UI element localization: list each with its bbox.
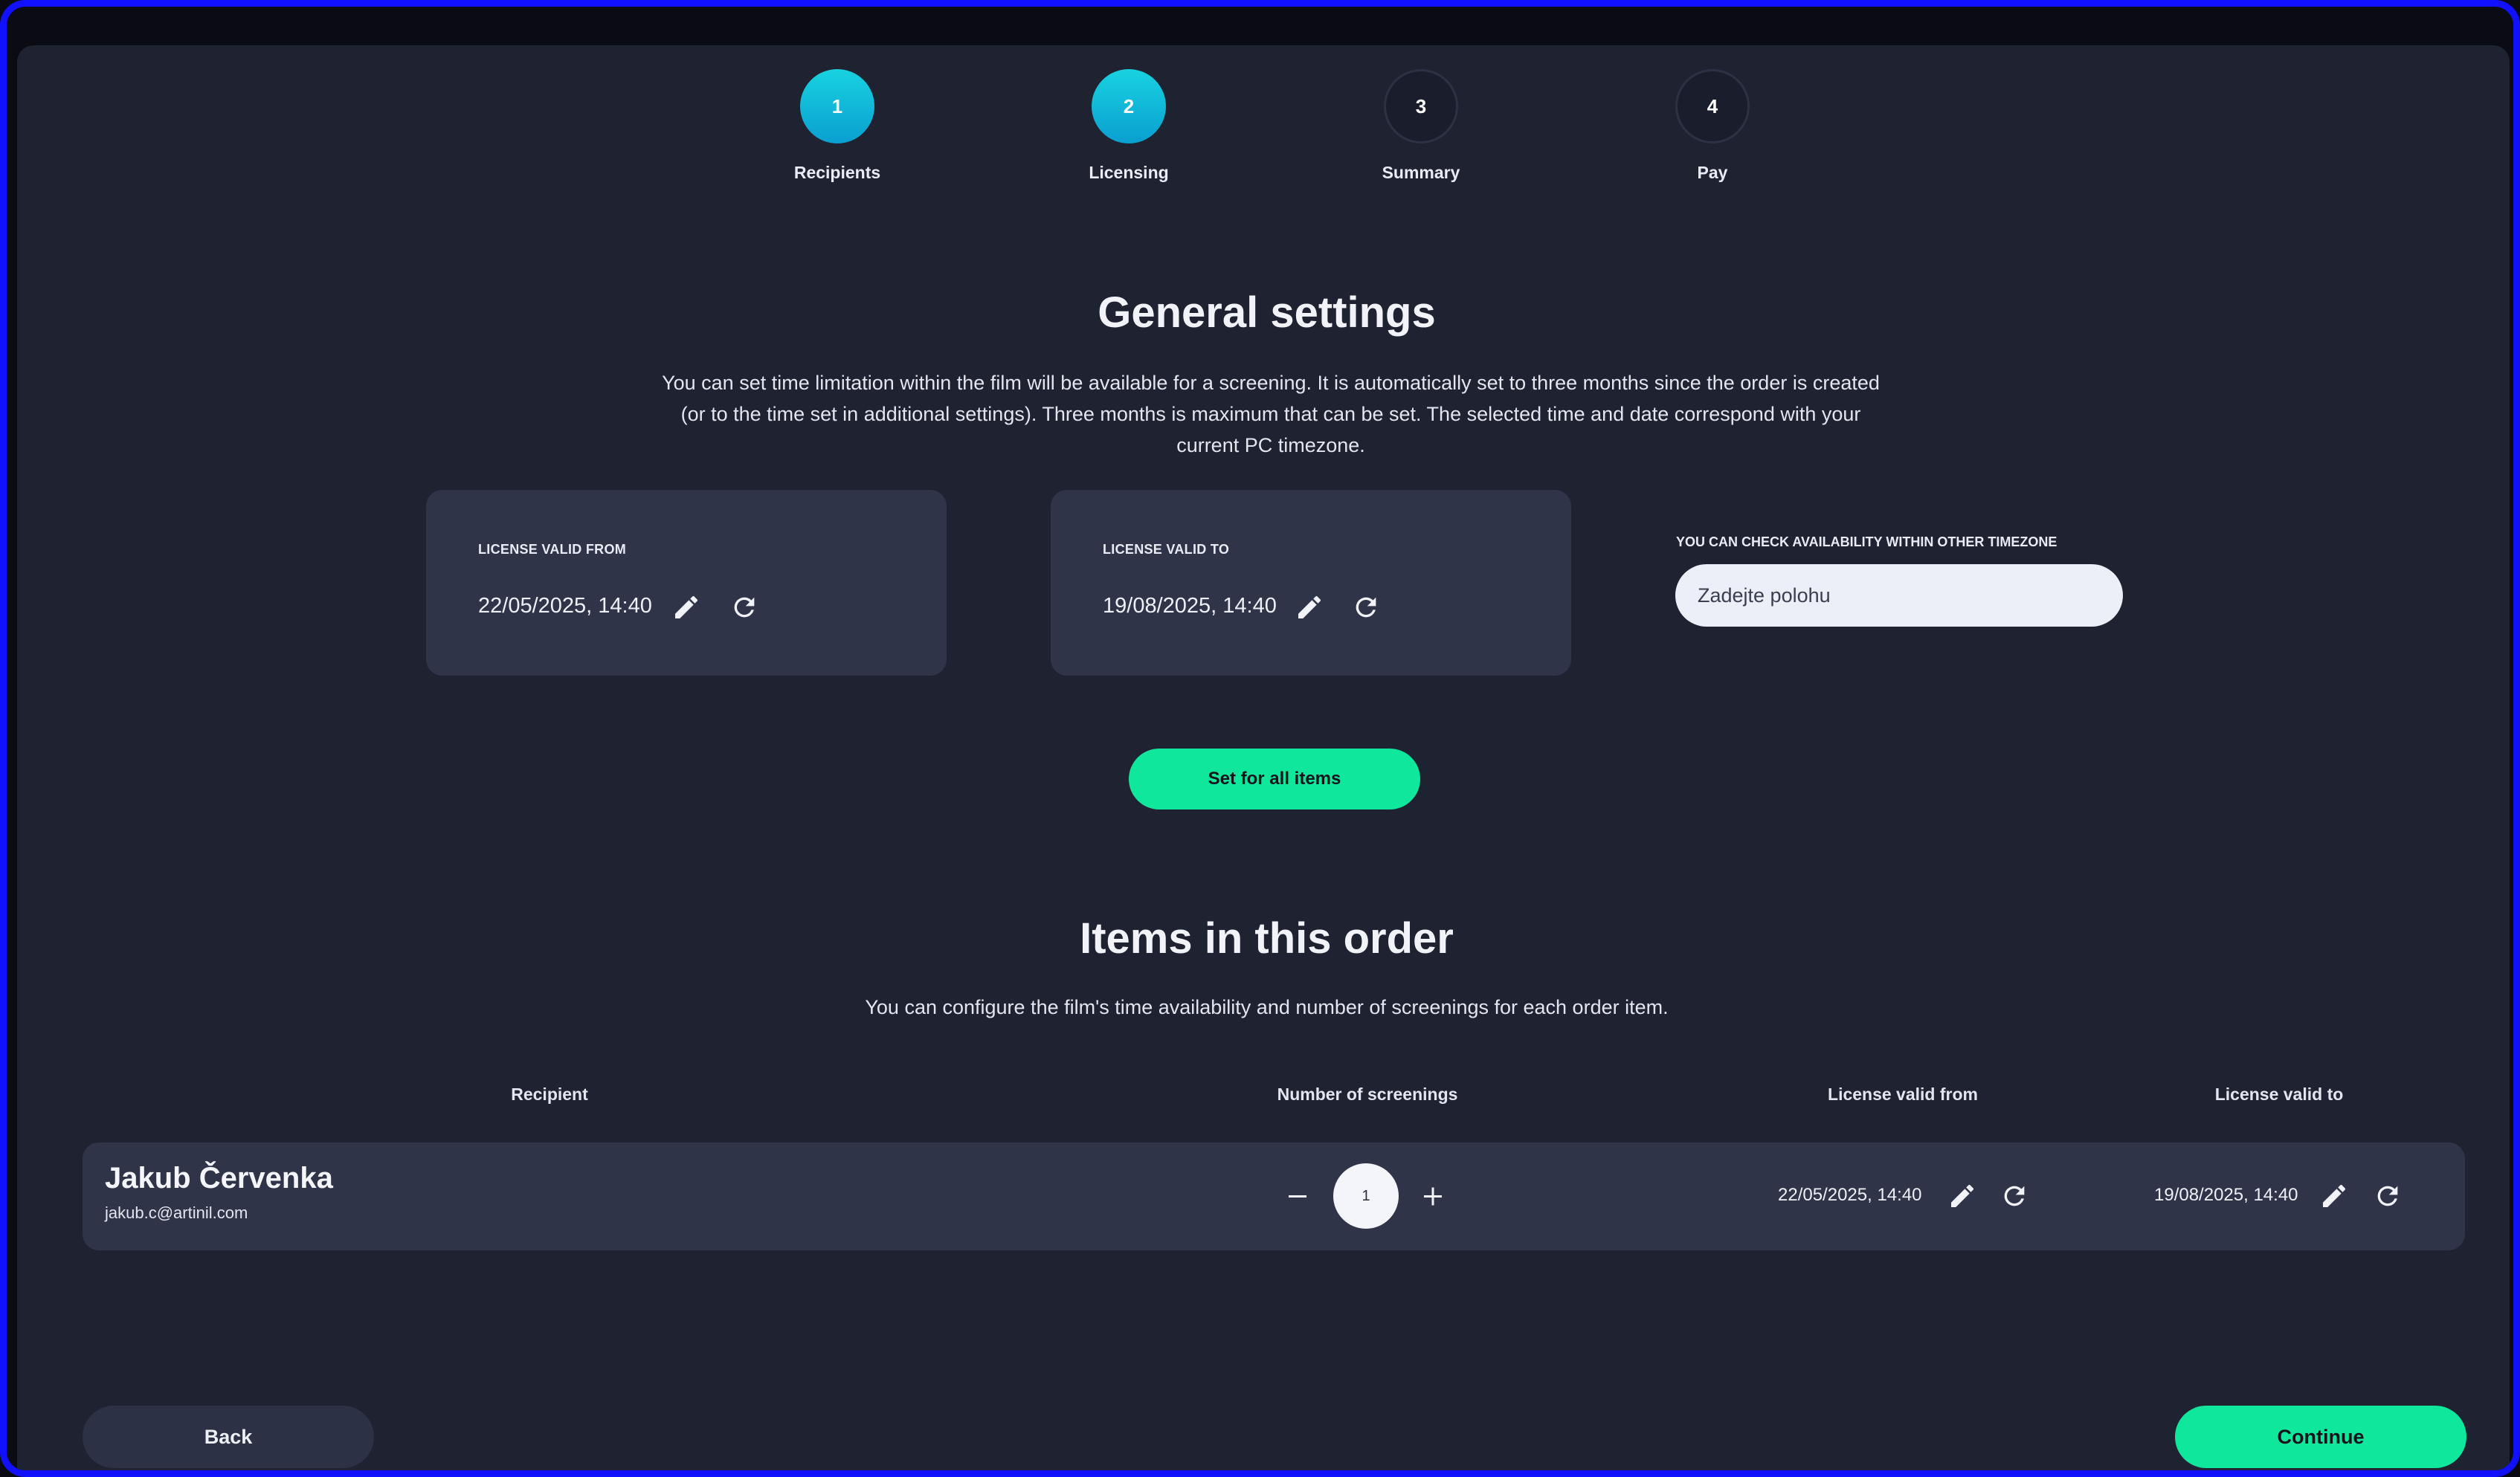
timezone-caption: YOU CAN CHECK AVAILABILITY WITHIN OTHER … xyxy=(1676,534,2057,549)
step-label: Summary xyxy=(1382,163,1460,182)
license-valid-from-caption: LICENSE VALID FROM xyxy=(478,542,627,557)
pencil-icon[interactable] xyxy=(1295,592,1324,622)
recipient-name: Jakub Červenka xyxy=(105,1162,333,1195)
back-button[interactable]: Back xyxy=(83,1406,374,1468)
refresh-icon[interactable] xyxy=(2373,1181,2403,1211)
license-valid-from-card: LICENSE VALID FROM 22/05/2025, 14:40 xyxy=(426,490,947,676)
row-valid-from: 22/05/2025, 14:40 xyxy=(1778,1185,1922,1205)
license-valid-to-card: LICENSE VALID TO 19/08/2025, 14:40 xyxy=(1051,490,1571,676)
column-header-valid-to: License valid to xyxy=(2214,1085,2344,1104)
refresh-icon[interactable] xyxy=(1351,592,1381,622)
column-header-recipient: Recipient xyxy=(511,1085,588,1104)
license-valid-to-caption: LICENSE VALID TO xyxy=(1103,542,1230,557)
items-title: Items in this order xyxy=(1080,914,1454,963)
step-circle: 1 xyxy=(800,69,874,143)
items-description: You can configure the film's time availa… xyxy=(865,996,1669,1018)
decrease-screenings-button[interactable] xyxy=(1281,1180,1314,1212)
step-licensing[interactable]: 2 Licensing xyxy=(1032,69,1225,183)
step-circle: 4 xyxy=(1675,69,1750,143)
step-circle: 3 xyxy=(1384,69,1458,143)
step-circle: 2 xyxy=(1092,69,1166,143)
column-header-screenings: Number of screenings xyxy=(1277,1085,1458,1104)
license-valid-to-value: 19/08/2025, 14:40 xyxy=(1103,594,1277,618)
pencil-icon[interactable] xyxy=(1947,1181,1977,1211)
step-label: Pay xyxy=(1697,163,1728,182)
description-line: current PC timezone. xyxy=(1176,434,1365,456)
step-pay[interactable]: 4 Pay xyxy=(1616,69,1809,183)
general-settings-description: You can set time limitation within the f… xyxy=(453,367,2089,461)
plus-icon xyxy=(1424,1187,1442,1206)
description-line: You can set time limitation within the f… xyxy=(662,372,1880,394)
set-for-all-items-button[interactable]: Set for all items xyxy=(1129,749,1420,809)
increase-screenings-button[interactable] xyxy=(1417,1180,1449,1212)
recipient-email: jakub.c@artinil.com xyxy=(105,1203,248,1222)
screenings-count[interactable]: 1 xyxy=(1333,1163,1399,1229)
window-frame: 1 Recipients 2 Licensing 3 Summary 4 Pay… xyxy=(0,0,2520,1477)
refresh-icon[interactable] xyxy=(729,592,759,622)
step-recipients[interactable]: 1 Recipients xyxy=(741,69,934,183)
continue-button[interactable]: Continue xyxy=(2175,1406,2466,1468)
column-header-valid-from: License valid from xyxy=(1828,1085,1978,1104)
step-label: Licensing xyxy=(1089,163,1169,182)
refresh-icon[interactable] xyxy=(1999,1181,2029,1211)
pencil-icon[interactable] xyxy=(671,592,701,622)
step-summary[interactable]: 3 Summary xyxy=(1324,69,1518,183)
license-valid-from-value: 22/05/2025, 14:40 xyxy=(478,594,652,618)
description-line: (or to the time set in additional settin… xyxy=(680,403,1861,425)
timezone-location-input[interactable] xyxy=(1675,564,2123,627)
row-valid-to: 19/08/2025, 14:40 xyxy=(2154,1185,2298,1205)
general-settings-title: General settings xyxy=(1098,288,1436,337)
step-label: Recipients xyxy=(793,163,881,182)
table-row: Jakub Červenka jakub.c@artinil.com 1 22/… xyxy=(83,1143,2465,1250)
minus-icon xyxy=(1289,1195,1306,1198)
pencil-icon[interactable] xyxy=(2319,1181,2349,1211)
